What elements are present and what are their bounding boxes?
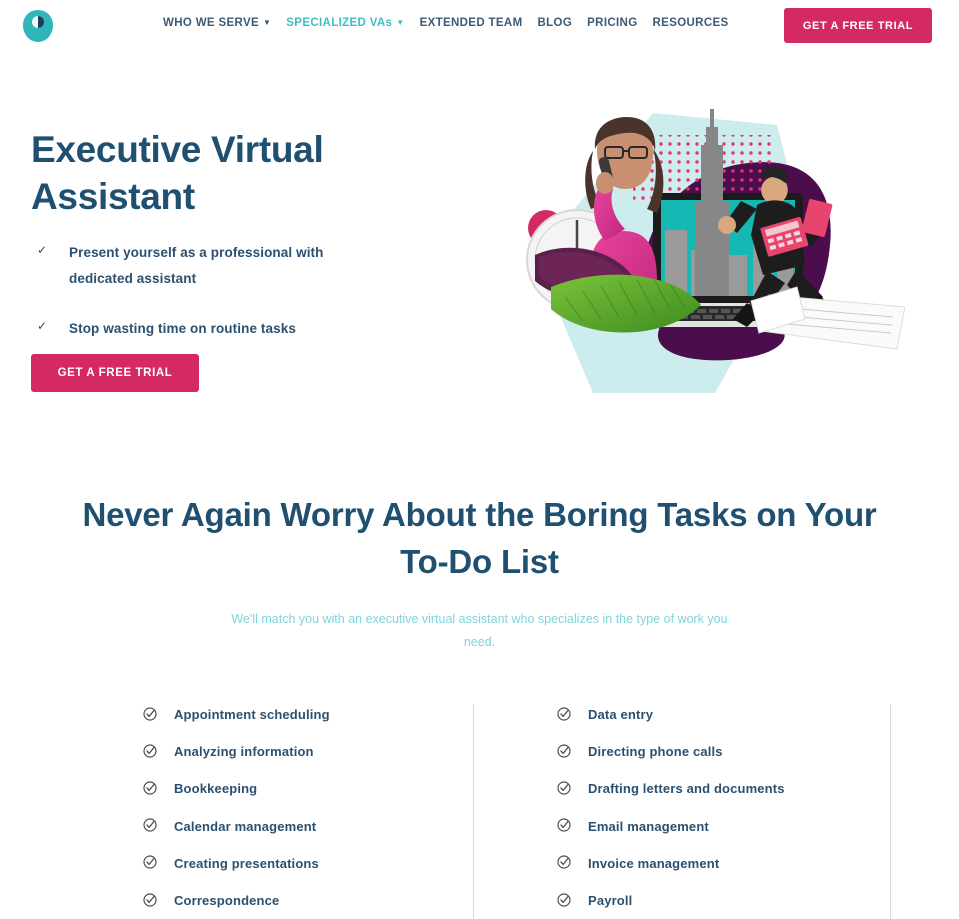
task-lists: Appointment scheduling Analyzing informa… — [0, 696, 959, 919]
check-circle-icon — [143, 706, 174, 723]
list-item: Appointment scheduling — [143, 696, 330, 733]
list-item: Data entry — [557, 696, 785, 733]
nav-item-extended-team[interactable]: EXTENDED TEAM — [420, 17, 523, 29]
check-circle-icon — [557, 855, 588, 871]
list-item: Directing phone calls — [557, 733, 785, 770]
nav-item-pricing[interactable]: PRICING — [587, 17, 637, 29]
task-label: Correspondence — [174, 893, 280, 909]
task-label: Appointment scheduling — [174, 707, 330, 723]
chevron-down-icon: ▼ — [396, 18, 405, 27]
task-label: Email management — [588, 818, 709, 834]
check-circle-icon — [143, 855, 174, 871]
task-column-left: Appointment scheduling Analyzing informa… — [143, 696, 330, 919]
task-label: Directing phone calls — [588, 744, 723, 760]
check-circle-icon — [557, 706, 588, 723]
logo[interactable] — [22, 9, 54, 43]
hero-benefits-list: ✓ Present yourself as a professional wit… — [31, 240, 391, 366]
task-label: Creating presentations — [174, 855, 319, 871]
list-item: Invoice management — [557, 845, 785, 882]
nav-label: EXTENDED TEAM — [419, 17, 523, 29]
nav-item-blog[interactable]: BLOG — [538, 17, 573, 29]
task-column-right: Data entry Directing phone calls Draftin… — [557, 696, 785, 919]
main-nav: WHO WE SERVE ▼ SPECIALIZED VAs ▼ EXTENDE… — [163, 17, 729, 29]
benefit-label: Stop wasting time on routine tasks — [69, 321, 296, 336]
check-circle-icon — [557, 818, 588, 834]
list-item: Creating presentations — [143, 845, 330, 882]
check-circle-icon — [557, 781, 588, 797]
task-label: Payroll — [588, 893, 633, 909]
check-circle-icon — [143, 892, 174, 909]
check-circle-icon — [143, 744, 174, 760]
benefit-label: Present yourself as a professional with … — [69, 245, 324, 286]
nav-label: WHO WE SERVE — [163, 17, 259, 29]
list-item: ✓ Stop wasting time on routine tasks — [31, 316, 391, 342]
task-label: Calendar management — [174, 818, 317, 834]
task-label: Data entry — [588, 707, 654, 723]
list-item: Email management — [557, 808, 785, 845]
hero-free-trial-button[interactable]: GET A FREE TRIAL — [31, 354, 199, 392]
task-label: Drafting letters and documents — [588, 781, 785, 797]
chevron-down-icon: ▼ — [263, 18, 272, 27]
task-label: Analyzing information — [174, 744, 314, 760]
check-circle-icon — [557, 744, 588, 760]
header-free-trial-button[interactable]: GET A FREE TRIAL — [784, 8, 932, 43]
nav-item-specialized-vas[interactable]: SPECIALIZED VAs ▼ — [286, 17, 404, 29]
check-circle-icon — [143, 781, 174, 797]
page-title: Executive Virtual Assistant — [31, 129, 324, 218]
virtual-assistant-collage-illustration — [505, 105, 905, 415]
nav-item-who-we-serve[interactable]: WHO WE SERVE ▼ — [163, 17, 271, 29]
list-item: Calendar management — [143, 808, 330, 845]
list-item: Payroll — [557, 882, 785, 919]
list-item: Bookkeeping — [143, 770, 330, 807]
nav-label: RESOURCES — [652, 17, 729, 29]
section-subtitle: We'll match you with an executive virtua… — [231, 612, 728, 650]
list-item: Correspondence — [143, 882, 330, 919]
check-icon: ✓ — [37, 243, 48, 257]
list-item: Drafting letters and documents — [557, 770, 785, 807]
site-header: WHO WE SERVE ▼ SPECIALIZED VAs ▼ EXTENDE… — [0, 0, 959, 50]
list-item: Analyzing information — [143, 733, 330, 770]
task-label: Bookkeeping — [174, 781, 258, 797]
nav-label: BLOG — [537, 17, 573, 29]
nav-label: SPECIALIZED VAs — [286, 17, 393, 29]
hero-section: Executive Virtual Assistant ✓ Present yo… — [0, 50, 959, 470]
task-label: Invoice management — [588, 855, 720, 871]
list-item: ✓ Present yourself as a professional wit… — [31, 240, 391, 292]
nav-label: PRICING — [587, 17, 638, 29]
column-divider-left — [473, 704, 474, 919]
section-title: Never Again Worry About the Boring Tasks… — [82, 496, 877, 580]
column-divider-right — [890, 704, 891, 919]
nav-item-resources[interactable]: RESOURCES — [653, 17, 729, 29]
check-icon: ✓ — [37, 319, 48, 333]
check-circle-icon — [557, 892, 588, 909]
check-circle-icon — [143, 818, 174, 834]
